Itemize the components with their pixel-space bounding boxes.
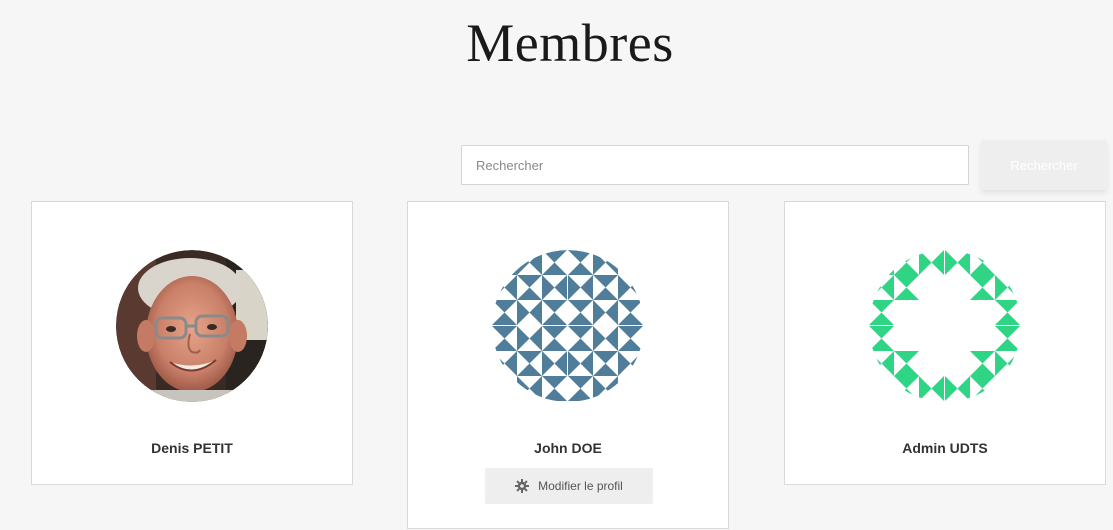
member-card[interactable]: Admin UDTS xyxy=(784,201,1106,485)
search-input[interactable] xyxy=(461,145,969,185)
member-name[interactable]: Denis PETIT xyxy=(32,440,352,456)
edit-profile-button[interactable]: Modifier le profil xyxy=(485,468,653,504)
avatar[interactable] xyxy=(116,250,268,402)
avatar[interactable] xyxy=(492,250,644,402)
edit-profile-label: Modifier le profil xyxy=(538,479,623,493)
page-title: Membres xyxy=(466,13,674,73)
member-name[interactable]: John DOE xyxy=(408,440,728,456)
identicon-green xyxy=(869,250,1021,402)
member-name[interactable]: Admin UDTS xyxy=(785,440,1105,456)
avatar[interactable] xyxy=(869,250,1021,402)
members-page: Membres Rechercher Rechercher Denis PETI… xyxy=(0,0,1113,530)
member-card[interactable]: John DOE Modifier le profil xyxy=(407,201,729,529)
search-button[interactable]: Rechercher xyxy=(981,140,1107,190)
identicon-blue xyxy=(492,250,644,402)
gear-icon xyxy=(515,479,530,493)
member-photo xyxy=(116,250,268,402)
member-card[interactable]: Denis PETIT xyxy=(31,201,353,485)
